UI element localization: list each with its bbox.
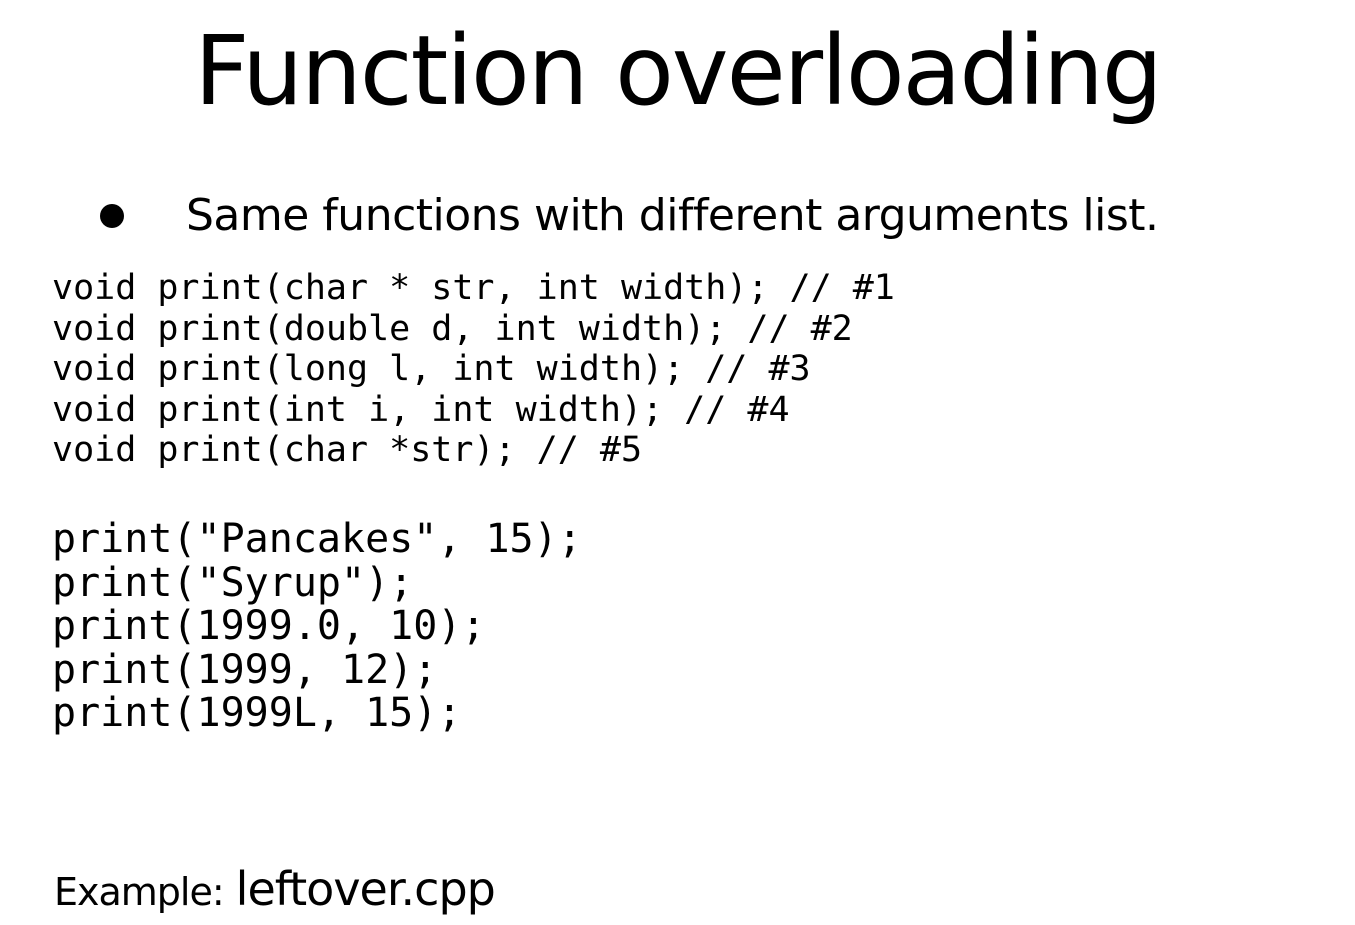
call-line: print(1999.0, 10); xyxy=(52,603,486,649)
bullet-text: Same functions with different arguments … xyxy=(186,190,1159,241)
slide: Function overloading Same functions with… xyxy=(0,0,1355,925)
call-line: print("Syrup"); xyxy=(52,559,414,606)
declaration-line: void print(double d, int width); // #2 xyxy=(52,308,853,349)
bullet-dot-icon xyxy=(100,204,124,228)
declarations-code-block: void print(char * str, int width); // #1… xyxy=(52,268,895,471)
declaration-line: void print(char *str); // #5 xyxy=(52,430,643,470)
slide-title: Function overloading xyxy=(194,15,1163,127)
declaration-line: void print(long l, int width); // #3 xyxy=(52,349,811,389)
call-line: print("Pancakes", 15); xyxy=(52,516,582,562)
declaration-line: void print(char * str, int width); // #1 xyxy=(52,268,895,308)
calls-code-block: print("Pancakes", 15); print("Syrup"); pri… xyxy=(52,516,582,736)
example-reference: Example: leftover.cpp xyxy=(54,862,496,916)
example-label: Example: xyxy=(54,870,225,914)
call-line: print(1999, 12); xyxy=(52,646,438,693)
call-line: print(1999L, 15); xyxy=(52,690,462,736)
bullet-item: Same functions with different arguments … xyxy=(100,186,1159,246)
example-filename: leftover.cpp xyxy=(235,862,496,916)
declaration-line: void print(int i, int width); // #4 xyxy=(52,389,790,430)
